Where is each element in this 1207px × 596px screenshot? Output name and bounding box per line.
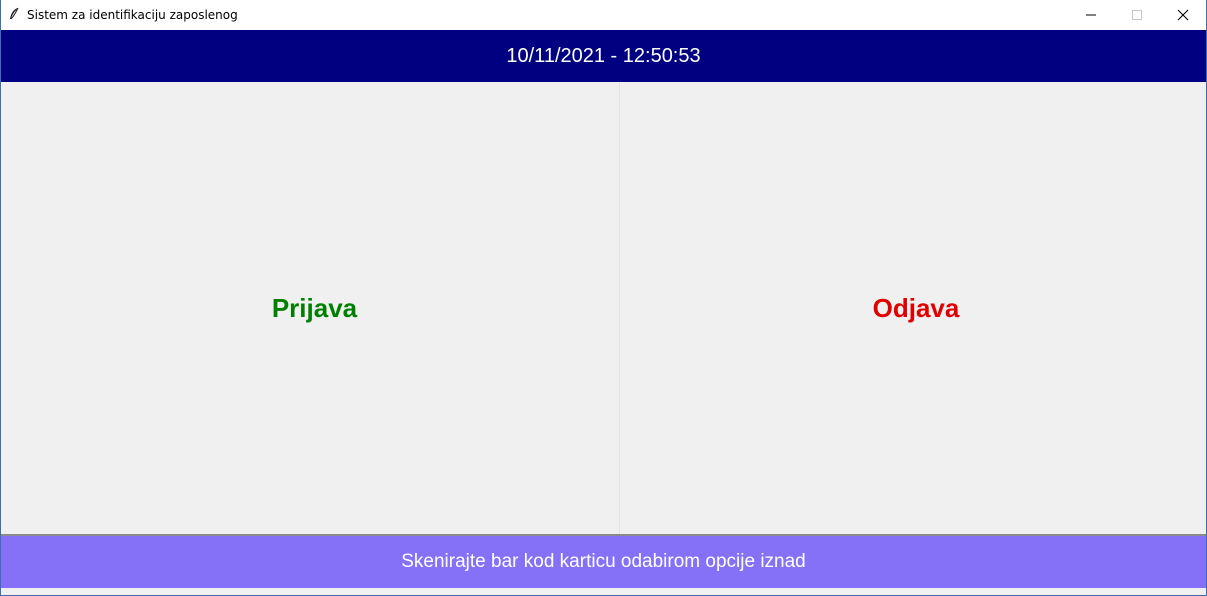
title-bar[interactable]: Sistem za identifikaciju zaposlenog [1,0,1206,30]
status-message: Skenirajte bar kod karticu odabirom opci… [1,536,1206,588]
logout-label: Odjava [872,293,960,323]
app-window: Sistem za identifikaciju zaposlenog 10/1… [0,0,1207,596]
minimize-button[interactable] [1068,0,1114,30]
close-button[interactable] [1160,0,1206,30]
maximize-button[interactable] [1114,0,1160,30]
login-button[interactable]: Prijava [1,82,620,534]
close-icon [1177,9,1189,21]
logout-button[interactable]: Odjava [620,82,1206,534]
window-title: Sistem za identifikaciju zaposlenog [27,8,238,22]
datetime-display: 10/11/2021 - 12:50:53 [1,30,1206,82]
minimize-icon [1086,14,1096,16]
login-label: Prijava [271,293,358,323]
maximize-icon [1132,10,1142,20]
feather-icon [8,7,20,21]
